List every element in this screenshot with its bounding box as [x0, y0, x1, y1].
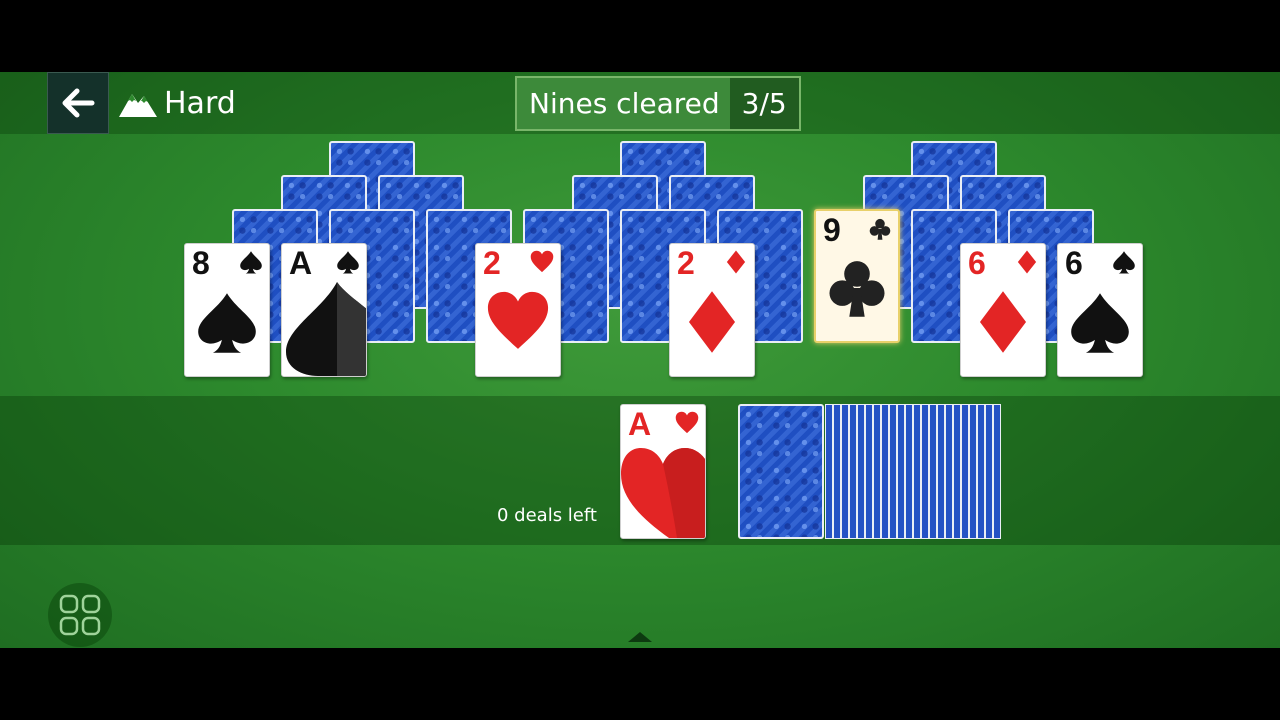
waste-card-ace-of-hearts[interactable]: A — [620, 404, 706, 539]
card-6-of-diamonds[interactable]: 6 — [960, 243, 1046, 377]
score-label: Nines cleared — [529, 87, 720, 120]
card-ace-of-spades[interactable]: A — [281, 243, 367, 377]
club-icon — [869, 218, 891, 240]
score-panel: Nines cleared 3/5 — [515, 76, 801, 131]
card-6-of-spades[interactable]: 6 — [1057, 243, 1143, 377]
heart-icon — [530, 250, 554, 273]
heart-icon — [487, 291, 549, 349]
club-icon — [829, 261, 885, 317]
game-board: Hard Nines cleared 3/5 8 A 2 2 9 6 6 0 d… — [0, 72, 1280, 648]
stock-pile[interactable] — [738, 404, 1001, 539]
diamond-icon — [726, 250, 746, 274]
spade-icon — [1113, 251, 1135, 274]
heart-icon — [675, 411, 699, 434]
card-8-of-spades[interactable]: 8 — [184, 243, 270, 377]
card-2-of-hearts[interactable]: 2 — [475, 243, 561, 377]
diamond-icon — [979, 291, 1027, 353]
card-rank: A — [289, 245, 313, 281]
card-rank: 2 — [677, 245, 695, 281]
card-rank: 2 — [483, 245, 501, 281]
heart-icon — [621, 448, 705, 538]
card-9-of-clubs-selected[interactable]: 9 — [814, 209, 900, 343]
mountain-icon — [119, 94, 157, 117]
top-bar: Hard Nines cleared 3/5 — [0, 72, 1280, 134]
card-rank: 9 — [823, 212, 841, 248]
spade-icon — [286, 282, 366, 376]
score-value: 3/5 — [729, 78, 799, 129]
arrow-left-icon — [62, 88, 95, 118]
spade-icon — [240, 251, 262, 274]
card-2-of-diamonds[interactable]: 2 — [669, 243, 755, 377]
spade-icon — [1071, 293, 1129, 353]
difficulty-indicator: Hard — [118, 84, 236, 122]
card-rank: 6 — [968, 245, 986, 281]
grid-menu-icon — [59, 594, 101, 636]
stock-top-card[interactable] — [738, 404, 824, 539]
spade-icon — [337, 251, 359, 274]
spade-icon — [198, 293, 256, 353]
back-button[interactable] — [47, 72, 109, 134]
card-rank: 8 — [192, 245, 210, 281]
chevron-up-icon[interactable] — [628, 632, 652, 642]
card-rank: 6 — [1065, 245, 1083, 281]
difficulty-label: Hard — [164, 85, 236, 121]
diamond-icon — [1017, 250, 1037, 274]
deals-left-label: 0 deals left — [497, 505, 597, 526]
card-rank: A — [628, 406, 652, 442]
menu-button[interactable] — [48, 583, 112, 647]
diamond-icon — [688, 291, 736, 353]
